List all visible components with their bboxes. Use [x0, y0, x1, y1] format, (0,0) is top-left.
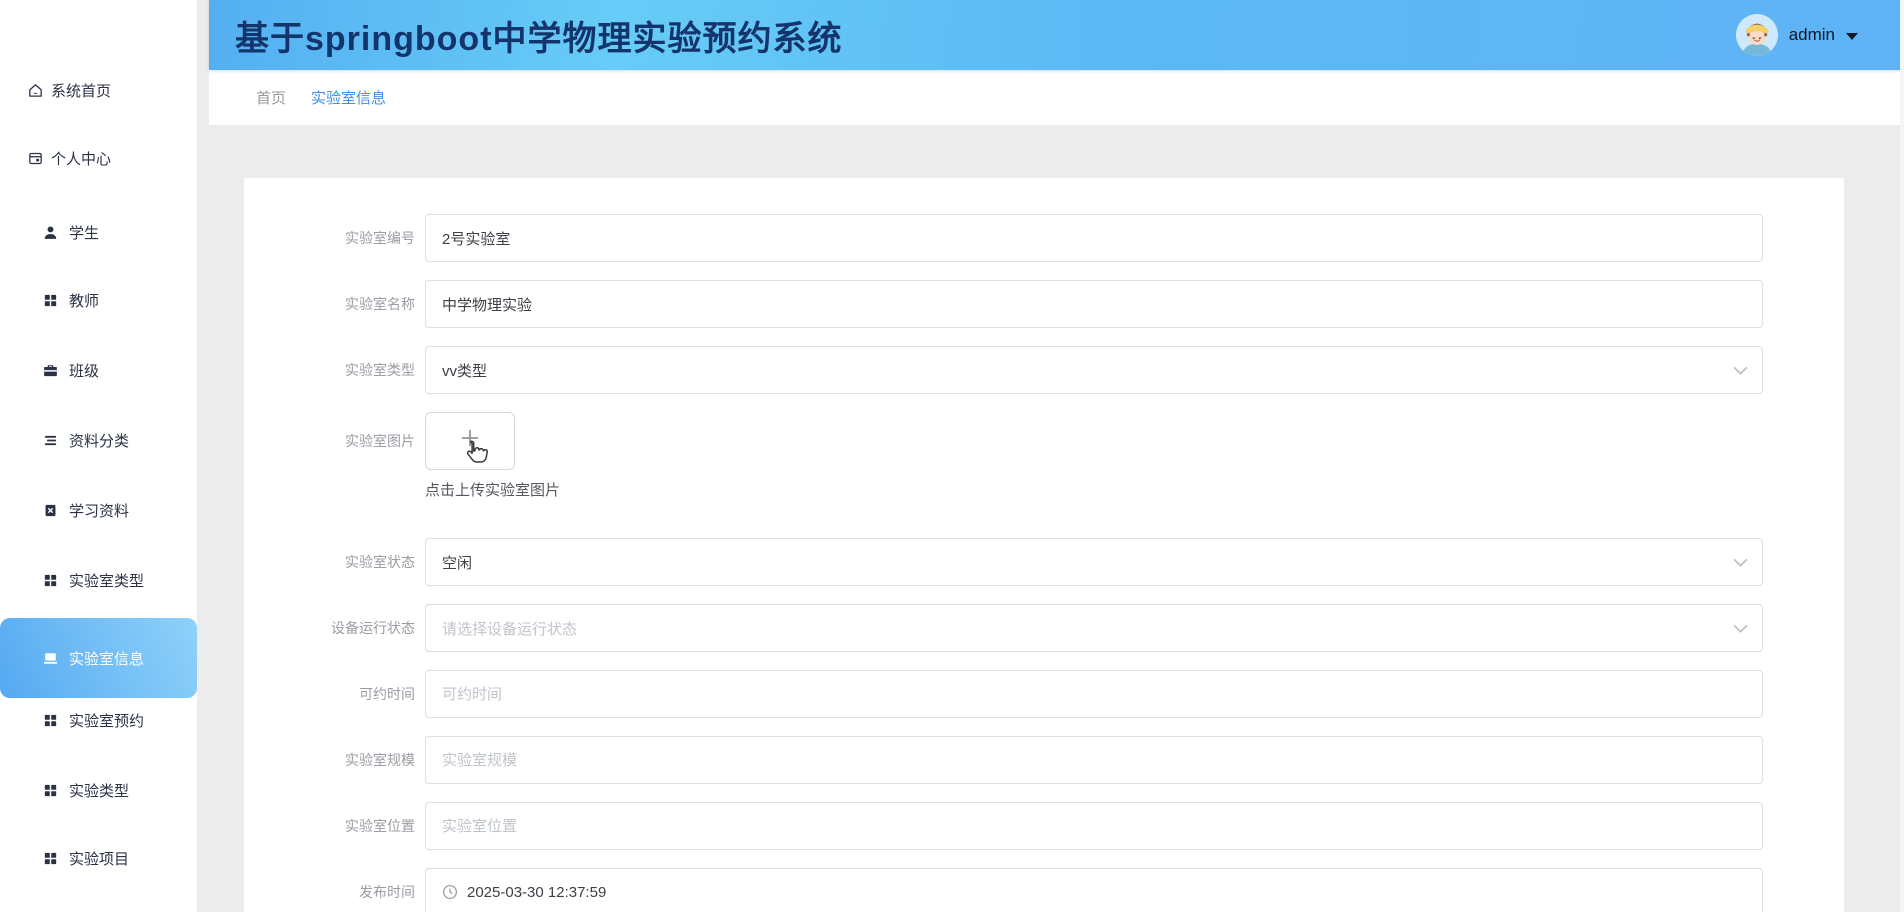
form-row-lab-number: 实验室编号	[244, 214, 1844, 262]
bookable-time-input[interactable]	[425, 670, 1763, 718]
form-row-device-status: 设备运行状态 请选择设备运行状态	[244, 604, 1844, 652]
laptop-icon	[42, 650, 59, 667]
field-label: 实验室规模	[345, 752, 415, 768]
field-label: 发布时间	[359, 884, 415, 900]
briefcase-icon	[42, 362, 59, 379]
device-status-select[interactable]: 请选择设备运行状态	[425, 604, 1763, 652]
scrollbar[interactable]	[1900, 0, 1904, 912]
lab-scale-input[interactable]	[425, 736, 1763, 784]
sidebar-item-classes[interactable]: 班级	[0, 335, 197, 405]
sidebar-item-label: 教师	[69, 292, 100, 310]
sidebar-item-profile[interactable]: 个人中心	[0, 123, 197, 193]
sidebar-item-label: 系统首页	[51, 82, 112, 100]
clock-icon	[442, 884, 458, 900]
breadcrumb-home[interactable]: 首页	[256, 87, 286, 108]
sidebar-item-label: 学习资料	[69, 502, 130, 520]
image-upload-button[interactable]	[425, 412, 515, 470]
chevron-down-icon	[1733, 624, 1748, 633]
sidebar-item-experiment-projects[interactable]: 实验项目	[0, 823, 197, 893]
sidebar-item-label: 实验室信息	[69, 650, 145, 668]
sidebar-item-label: 实验室类型	[69, 572, 145, 590]
sidebar-item-students[interactable]: 学生	[0, 197, 197, 267]
form-row-lab-location: 实验室位置	[244, 802, 1844, 850]
form-row-lab-image: 实验室图片 点击上传实验室图片	[244, 412, 1844, 500]
field-label: 实验室图片	[345, 433, 415, 449]
form-row-bookable-time: 可约时间	[244, 670, 1844, 718]
sidebar-item-study-materials[interactable]: 学习资料	[0, 475, 197, 545]
chevron-down-icon	[1733, 366, 1748, 375]
page-title: 基于springboot中学物理实验预约系统	[235, 19, 843, 58]
upload-caption: 点击上传实验室图片	[425, 482, 561, 499]
form-row-lab-type: 实验室类型 vv类型	[244, 346, 1844, 394]
sidebar-item-lab-types[interactable]: 实验室类型	[0, 545, 197, 615]
sidebar-item-material-categories[interactable]: 资料分类	[0, 405, 197, 475]
sidebar-item-lab-reservations[interactable]: 实验室预约	[0, 685, 197, 755]
select-placeholder: 请选择设备运行状态	[442, 620, 578, 638]
grid-icon	[42, 712, 59, 729]
lab-number-input[interactable]	[425, 214, 1763, 262]
select-value: 空闲	[442, 554, 473, 572]
sidebar-item-label: 实验类型	[69, 782, 130, 800]
field-label: 实验室类型	[345, 362, 415, 378]
user-menu[interactable]: admin	[1735, 0, 1858, 70]
lab-info-form-card: 实验室编号 实验室名称 实验室类型 vv类型 实验室图片	[244, 178, 1844, 912]
home-icon	[27, 82, 44, 99]
form-row-lab-name: 实验室名称	[244, 280, 1844, 328]
list-icon	[42, 432, 59, 449]
sidebar-item-label: 实验项目	[69, 850, 130, 868]
publish-time-input[interactable]: 2025-03-30 12:37:59	[425, 868, 1763, 912]
grid-icon	[42, 292, 59, 309]
main-area: 基于springboot中学物理实验预约系统 admin 首页 实验室信息 实验…	[209, 0, 1904, 912]
sidebar-item-system-home[interactable]: 系统首页	[0, 55, 197, 125]
lab-type-select[interactable]: vv类型	[425, 346, 1763, 394]
sidebar-item-label: 学生	[69, 224, 100, 242]
avatar[interactable]	[1735, 14, 1778, 56]
user-name: admin	[1788, 25, 1835, 44]
user-icon	[42, 224, 59, 241]
lab-status-select[interactable]: 空闲	[425, 538, 1763, 586]
sidebar: 系统首页 个人中心 学生 教师 班级 资料分类 学习资料 实验室类型 实验室信息…	[0, 0, 197, 912]
field-label: 实验室位置	[345, 818, 415, 834]
sidebar-item-teachers[interactable]: 教师	[0, 265, 197, 335]
field-label: 实验室编号	[345, 230, 415, 246]
grid-icon	[42, 850, 59, 867]
datetime-value: 2025-03-30 12:37:59	[467, 883, 607, 901]
breadcrumb: 首页 实验室信息	[209, 70, 1904, 125]
form-row-lab-scale: 实验室规模	[244, 736, 1844, 784]
form-row-lab-status: 实验室状态 空闲	[244, 538, 1844, 586]
field-label: 实验室名称	[345, 296, 415, 312]
form-row-publish-time: 发布时间 2025-03-30 12:37:59	[244, 868, 1844, 912]
breadcrumb-current[interactable]: 实验室信息	[311, 87, 386, 108]
field-label: 实验室状态	[345, 554, 415, 570]
caret-down-icon	[1846, 32, 1858, 40]
field-label: 设备运行状态	[331, 620, 415, 636]
profile-icon	[27, 150, 44, 167]
lab-location-input[interactable]	[425, 802, 1763, 850]
hand-cursor-icon	[460, 438, 490, 468]
clipboard-icon	[42, 502, 59, 519]
grid-icon	[42, 782, 59, 799]
select-value: vv类型	[442, 362, 488, 380]
sidebar-item-label: 资料分类	[69, 432, 130, 450]
content-area: 实验室编号 实验室名称 实验室类型 vv类型 实验室图片	[209, 178, 1904, 912]
sidebar-item-experiment-types[interactable]: 实验类型	[0, 755, 197, 825]
chevron-down-icon	[1733, 558, 1748, 567]
sidebar-item-label: 实验室预约	[69, 712, 145, 730]
sidebar-item-label: 班级	[69, 362, 100, 380]
lab-name-input[interactable]	[425, 280, 1763, 328]
grid-icon	[42, 572, 59, 589]
field-label: 可约时间	[359, 686, 415, 702]
sidebar-item-label: 个人中心	[51, 150, 112, 168]
header-bar: 基于springboot中学物理实验预约系统 admin	[209, 0, 1904, 70]
